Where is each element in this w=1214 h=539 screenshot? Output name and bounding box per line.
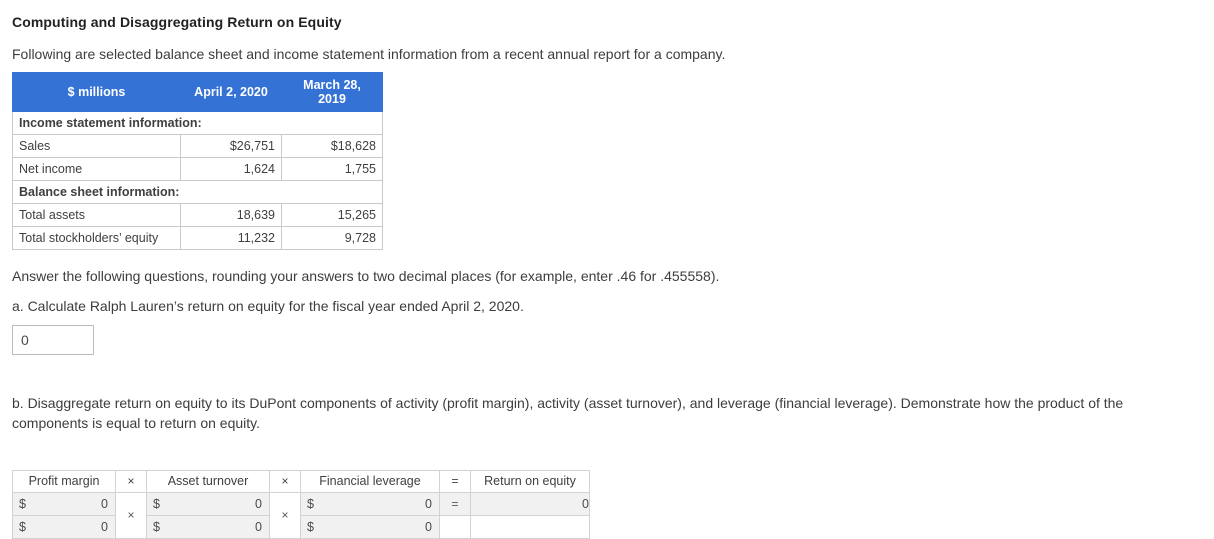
profit-margin-denominator-cell[interactable]: $ 0 [12, 514, 116, 539]
return-on-equity-result-cell[interactable]: 0 [470, 491, 590, 516]
total-assets-value-2019: 15,265 [281, 203, 383, 227]
net-income-value-2020: 1,624 [180, 157, 282, 181]
table-row: Total stockholders’ equity 11,232 9,728 [12, 226, 383, 250]
section-label-balance-sheet: Balance sheet information: [12, 180, 383, 204]
equals-icon: = [439, 491, 471, 516]
row-label-net-income: Net income [12, 157, 181, 181]
currency-symbol: $ [19, 519, 26, 534]
financial-leverage-numerator-cell[interactable]: $ 0 [300, 491, 440, 516]
multiply-symbol-2: × [281, 508, 289, 523]
multiply-icon-1: × [115, 491, 147, 539]
table-row: Total assets 18,639 15,265 [12, 203, 383, 227]
operator-spacer-cell [439, 514, 471, 539]
financial-leverage-numerator-value: 0 [425, 496, 432, 511]
dupont-denominator-row: $ 0 $ 0 $ 0 [12, 514, 590, 539]
header-period-2: March 28, 2019 [281, 72, 383, 112]
currency-symbol: $ [153, 519, 160, 534]
table-header-row: $ millions April 2, 2020 March 28, 2019 [12, 72, 383, 112]
table-row: Sales $26,751 $18,628 [12, 134, 383, 158]
return-on-equity-input[interactable] [12, 325, 94, 355]
stockholders-equity-value-2020: 11,232 [180, 226, 282, 250]
multiply-icon-2: × [269, 491, 301, 539]
table-section-row: Income statement information: [12, 111, 383, 135]
intro-paragraph: Following are selected balance sheet and… [12, 46, 726, 62]
table-row: Net income 1,624 1,755 [12, 157, 383, 181]
header-units: $ millions [12, 72, 181, 112]
question-a-text: a. Calculate Ralph Lauren’s return on eq… [12, 298, 524, 314]
dupont-header-row: Profit margin × Asset turnover × Financi… [12, 469, 590, 493]
section-label-income: Income statement information: [12, 111, 383, 135]
financial-leverage-denominator-cell[interactable]: $ 0 [300, 514, 440, 539]
sales-value-2020: $26,751 [180, 134, 282, 158]
total-assets-value-2020: 18,639 [180, 203, 282, 227]
table-section-row: Balance sheet information: [12, 180, 383, 204]
asset-turnover-denominator-cell[interactable]: $ 0 [146, 514, 270, 539]
asset-turnover-denominator-value: 0 [255, 519, 262, 534]
multiply-icon-header-2: × [269, 469, 301, 493]
return-on-equity-empty-cell [470, 514, 590, 539]
dupont-header-asset-turnover: Asset turnover [146, 469, 270, 493]
currency-symbol: $ [19, 496, 26, 511]
stockholders-equity-value-2019: 9,728 [281, 226, 383, 250]
header-period-1: April 2, 2020 [180, 72, 282, 112]
currency-symbol: $ [307, 496, 314, 511]
dupont-table-container: Profit margin × Asset turnover × Financi… [12, 469, 1202, 539]
multiply-icon-header-1: × [115, 469, 147, 493]
multiply-symbol-1: × [127, 508, 135, 523]
dupont-header-financial-leverage: Financial leverage [300, 469, 440, 493]
row-label-stockholders-equity: Total stockholders’ equity [12, 226, 181, 250]
question-b-text: b. Disaggregate return on equity to its … [12, 395, 1124, 432]
equals-icon-header: = [439, 469, 471, 493]
asset-turnover-numerator-cell[interactable]: $ 0 [146, 491, 270, 516]
exercise-page: Computing and Disaggregating Return on E… [0, 0, 1214, 539]
page-title: Computing and Disaggregating Return on E… [12, 14, 342, 30]
net-income-value-2019: 1,755 [281, 157, 383, 181]
sales-value-2019: $18,628 [281, 134, 383, 158]
currency-symbol: $ [153, 496, 160, 511]
row-label-total-assets: Total assets [12, 203, 181, 227]
row-label-sales: Sales [12, 134, 181, 158]
dupont-components-table: Profit margin × Asset turnover × Financi… [12, 469, 590, 539]
profit-margin-numerator-value: 0 [101, 496, 108, 511]
profit-margin-denominator-value: 0 [101, 519, 108, 534]
dupont-numerator-row: $ 0 × $ 0 × $ 0 = 0 [12, 491, 590, 539]
dupont-header-profit-margin: Profit margin [12, 469, 116, 493]
currency-symbol: $ [307, 519, 314, 534]
asset-turnover-numerator-value: 0 [255, 496, 262, 511]
instructions-paragraph: Answer the following questions, rounding… [12, 268, 720, 284]
financial-data-table: $ millions April 2, 2020 March 28, 2019 … [12, 72, 383, 250]
profit-margin-numerator-cell[interactable]: $ 0 [12, 491, 116, 516]
dupont-header-return-on-equity: Return on equity [470, 469, 590, 493]
financial-leverage-denominator-value: 0 [425, 519, 432, 534]
